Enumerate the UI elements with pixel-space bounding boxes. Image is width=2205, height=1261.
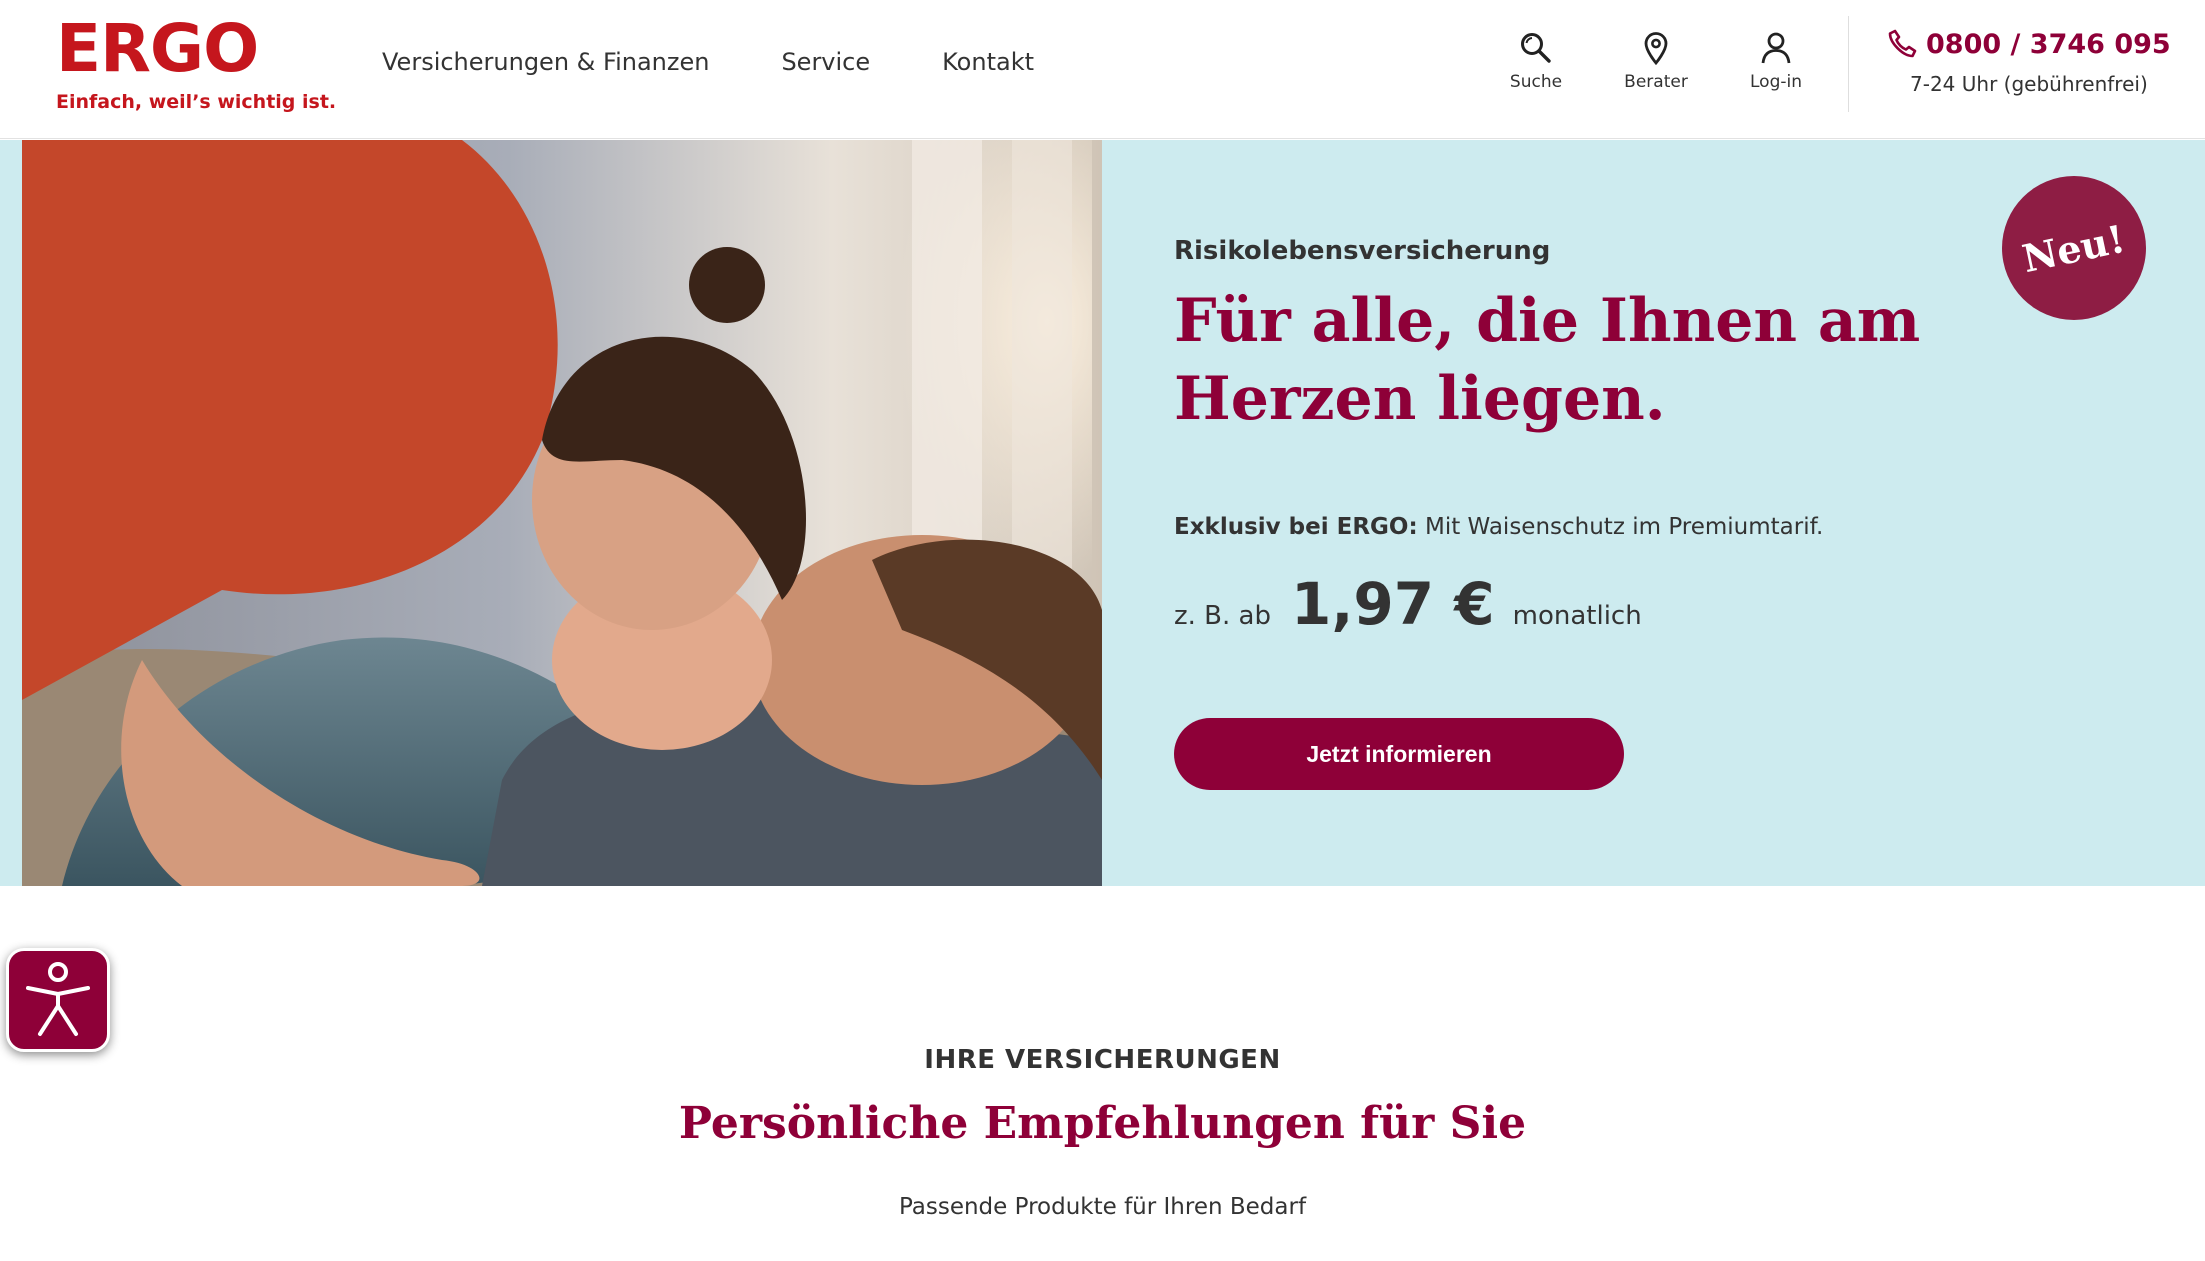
accessibility-button[interactable] (6, 948, 110, 1052)
hero-image (22, 140, 1102, 886)
phone-link[interactable]: 0800 / 3746 095 (1886, 28, 2171, 60)
logo-wordmark: ERGO (56, 10, 259, 87)
new-badge: Neu! (2002, 176, 2146, 320)
accessibility-icon (26, 962, 90, 1036)
login-button[interactable]: Log-in (1721, 30, 1831, 92)
jetzt-informieren-button[interactable]: Jetzt informieren (1174, 718, 1624, 790)
search-button[interactable]: Suche (1481, 30, 1591, 92)
header-divider (1848, 16, 1849, 112)
site-header: ERGO Einfach, weil’s wichtig ist. Versic… (0, 0, 2205, 139)
hero-description: Exklusiv bei ERGO: Mit Waisenschutz im P… (1174, 514, 1823, 540)
nav-item-versicherungen-finanzen[interactable]: Versicherungen & Finanzen (382, 48, 709, 76)
hero-kicker: Risikolebensversicherung (1174, 236, 1551, 266)
search-label: Suche (1509, 72, 1563, 92)
price-row: z. B. ab 1,97 € monatlich (1174, 570, 1642, 638)
new-badge-label: Neu! (2018, 215, 2130, 281)
nav-item-service[interactable]: Service (781, 48, 870, 76)
logo-claim: Einfach, weil’s wichtig ist. (56, 91, 337, 113)
section-title: Persönliche Empfehlungen für Sie (678, 1098, 1527, 1149)
phone-icon (1888, 29, 1917, 58)
section-kicker: IHRE VERSICHERUNGEN (924, 1045, 1281, 1075)
location-pin-icon (1644, 32, 1668, 66)
main-navigation: Versicherungen & Finanzen Service Kontak… (382, 48, 1034, 76)
search-icon (1521, 33, 1551, 63)
price-suffix: monatlich (1512, 601, 1642, 631)
nav-item-kontakt[interactable]: Kontakt (942, 48, 1034, 76)
advisor-label: Berater (1624, 72, 1688, 92)
user-icon (1761, 32, 1791, 64)
section-subtitle: Passende Produkte für Ihren Bedarf (898, 1194, 1307, 1220)
phone-hours: 7-24 Uhr (gebührenfrei) (1910, 72, 2148, 96)
price-prefix: z. B. ab (1174, 601, 1271, 631)
hero-description-bold: Exklusiv bei ERGO: (1174, 514, 1418, 540)
login-label: Log-in (1750, 72, 1802, 92)
hero-teaser: Risikolebensversicherung Für alle, die I… (0, 140, 2205, 886)
phone-number: 0800 / 3746 095 (1926, 28, 2171, 60)
price-value: 1,97 € (1290, 570, 1495, 638)
hero-title: Für alle, die Ihnen am Herzen liegen. (1174, 286, 1921, 434)
hero-description-rest: Mit Waisenschutz im Premiumtarif. (1417, 514, 1824, 540)
ergo-logo[interactable]: ERGO (56, 10, 259, 87)
advisor-button[interactable]: Berater (1601, 30, 1711, 92)
